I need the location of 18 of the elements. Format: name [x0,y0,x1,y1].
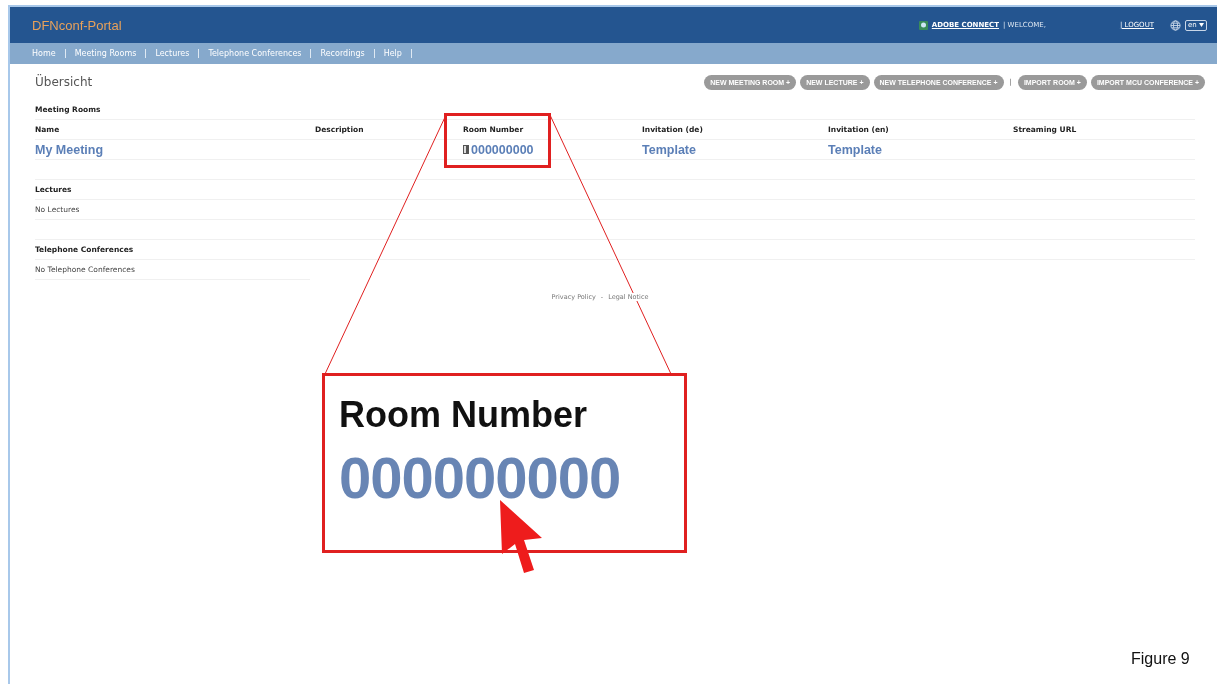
nav-link[interactable]: Lectures [155,49,190,58]
door-icon [463,145,469,154]
callout-value: 000000000 [339,444,622,511]
nav-link[interactable]: Recordings [320,49,365,58]
room-name-link[interactable]: My Meeting [35,142,315,157]
template-link[interactable]: Template [642,142,828,157]
cursor-arrow-icon [498,498,544,574]
callout-label: Room Number [339,394,588,436]
figure-caption: Figure 9 [1131,650,1190,668]
nav-link[interactable]: Meeting Rooms [74,49,137,58]
page-title: Übersicht [35,75,93,89]
template-link[interactable]: Template [828,142,1013,157]
room-number-link[interactable]: 000000000 [471,142,534,157]
portal-title: DFNconf-Portal [32,17,122,33]
nav-link[interactable]: Telephone Conferences [208,49,302,58]
caret-icon [1199,22,1204,27]
nav-link[interactable]: Home [32,49,56,58]
nav-link[interactable]: Help [383,49,402,58]
